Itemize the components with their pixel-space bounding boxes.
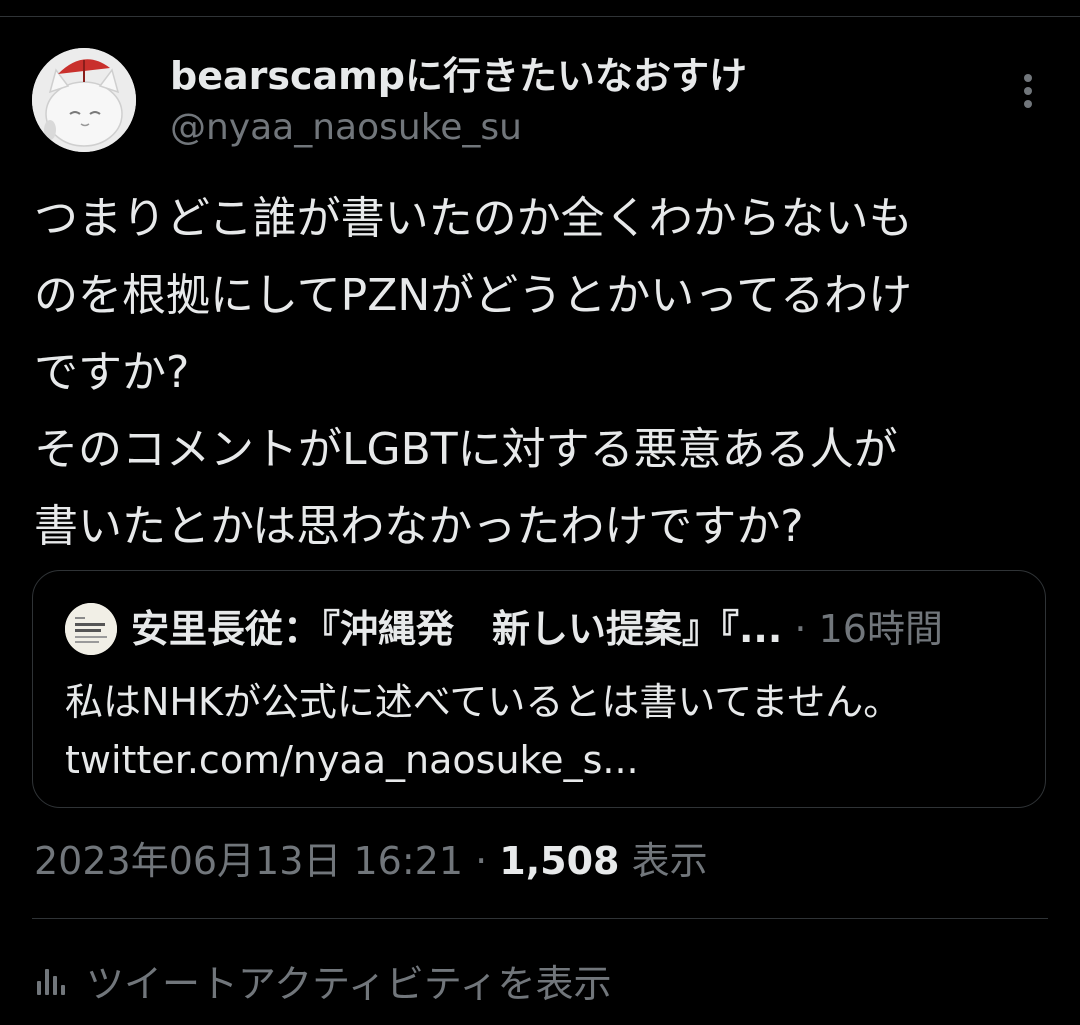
analytics-bar-icon bbox=[37, 969, 65, 995]
user-avatar[interactable] bbox=[32, 48, 136, 152]
quoted-author-avatar bbox=[65, 603, 117, 655]
bottom-divider bbox=[32, 918, 1048, 919]
display-name[interactable]: bearscampに行きたいなおすけ bbox=[170, 52, 747, 100]
views-label: 表示 bbox=[631, 839, 708, 883]
quoted-tweet-text: 私はNHKが公式に述べているとは書いてません。 twitter.com/nyaa… bbox=[65, 680, 902, 782]
more-vertical-icon bbox=[1024, 74, 1032, 108]
views-count: 1,508 bbox=[499, 839, 620, 883]
meta-separator: · bbox=[475, 839, 488, 883]
view-tweet-activity-link[interactable]: ツイートアクティビティを表示 bbox=[34, 952, 612, 1008]
tweet-text: つまりどこ誰が書いたのか全くわからないも のを根拠にしてPZNがどうとかいってる… bbox=[34, 193, 913, 552]
tweet-timestamp[interactable]: 2023年06月13日 16:21 bbox=[34, 839, 463, 883]
cat-avatar-icon bbox=[32, 48, 136, 152]
document-thumbnail-icon bbox=[65, 603, 117, 655]
quoted-tweet-header: 安里長従：『沖縄発 新しい提案』『... · 16時間 bbox=[131, 601, 943, 657]
view-tweet-activity-label: ツイートアクティビティを表示 bbox=[86, 961, 612, 1006]
user-handle[interactable]: @nyaa_naosuke_su bbox=[170, 104, 522, 152]
quoted-tweet-card[interactable]: 安里長従：『沖縄発 新しい提案』『... · 16時間 私はNHKが公式に述べて… bbox=[32, 570, 1046, 808]
more-options-button[interactable] bbox=[1006, 66, 1050, 116]
top-divider bbox=[0, 16, 1080, 17]
quoted-timestamp: 16時間 bbox=[818, 607, 943, 651]
quoted-author-name: 安里長従：『沖縄発 新しい提案』『... bbox=[131, 607, 783, 651]
quoted-separator: · bbox=[794, 607, 807, 651]
tweet-meta: 2023年06月13日 16:21 · 1,508 表示 bbox=[34, 836, 708, 886]
